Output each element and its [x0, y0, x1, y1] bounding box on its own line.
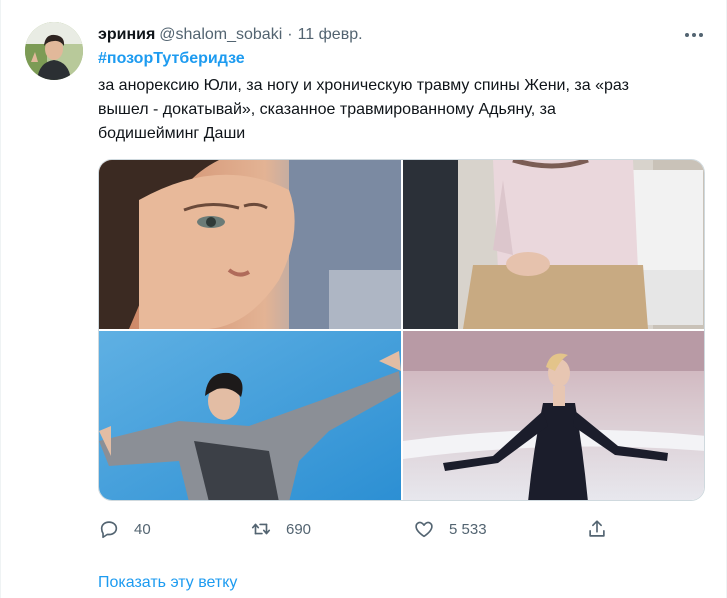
media-photo-2[interactable]	[403, 160, 704, 329]
separator-dot: ·	[287, 26, 293, 43]
like-count: 5 533	[449, 520, 487, 538]
tweet-text-line: вышел - докатывай», сказанное травмирова…	[98, 101, 556, 118]
reply-icon	[100, 521, 118, 539]
retweet-icon	[251, 523, 271, 535]
author-name[interactable]: эриния	[98, 26, 155, 44]
more-dot-icon	[692, 33, 696, 37]
like-button[interactable]: 5 533	[413, 516, 487, 542]
retweet-count: 690	[286, 520, 312, 538]
tweet-date[interactable]: 11 февр.	[298, 26, 363, 44]
share-icon	[589, 520, 605, 537]
media-photo-3[interactable]	[99, 331, 401, 500]
reply-button[interactable]: 40	[98, 516, 151, 542]
tweet-text: за анорексию Юли, за ногу и хроническую …	[98, 74, 708, 146]
avatar-photo-icon	[25, 22, 83, 80]
hashtag-link[interactable]: #позорТутберидзе	[98, 50, 245, 68]
female-skater-photo-icon	[403, 331, 704, 500]
retweet-button[interactable]: 690	[250, 516, 311, 542]
tweet-actions: 40 690 5 533	[0, 516, 727, 542]
left-border	[0, 0, 1, 598]
tweet-text-line: бодишейминг Даши	[98, 125, 246, 142]
media-photo-4[interactable]	[403, 331, 704, 500]
face-closeup-photo-icon	[99, 160, 401, 329]
tweet-header: эриния @shalom_sobaki · 11 февр.	[98, 24, 363, 46]
tweet-text-line: за анорексию Юли, за ногу и хроническую …	[98, 77, 629, 94]
media-photo-1[interactable]	[99, 160, 401, 329]
heart-icon	[415, 521, 433, 538]
more-dot-icon	[685, 33, 689, 37]
avatar[interactable]	[25, 22, 83, 80]
share-button[interactable]	[586, 516, 622, 542]
reply-count: 40	[134, 520, 151, 538]
author-handle[interactable]: @shalom_sobaki	[159, 26, 282, 44]
media-grid	[98, 159, 705, 501]
seated-person-photo-icon	[403, 160, 704, 329]
more-options-button[interactable]	[678, 22, 710, 48]
male-skater-photo-icon	[99, 331, 401, 500]
more-dot-icon	[699, 33, 703, 37]
show-thread-link[interactable]: Показать эту ветку	[98, 574, 237, 592]
